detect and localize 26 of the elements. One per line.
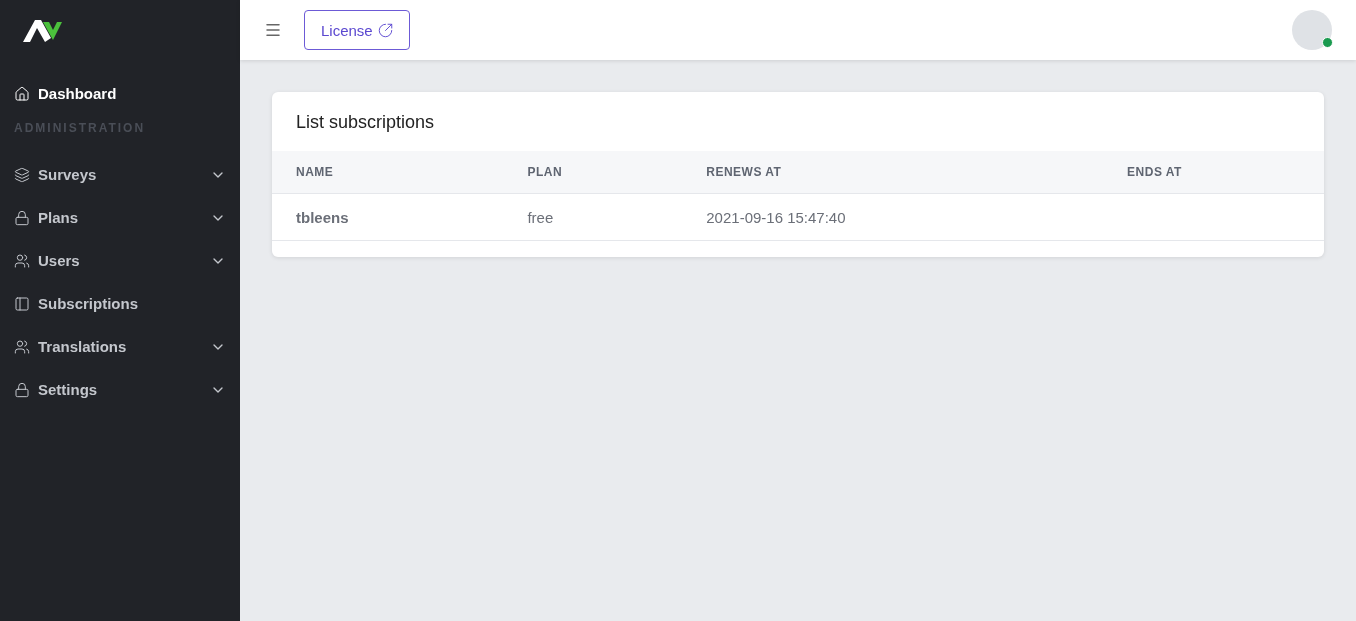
column-header: PLAN [503,151,683,194]
users-icon [14,338,30,355]
card-title: List subscriptions [295,111,436,134]
panel-icon [14,295,30,312]
sidebar-item[interactable]: Users [14,239,226,282]
table-cell: tbleens [272,193,504,241]
lock-icon [14,209,30,226]
users-icon [14,252,30,269]
external-link-icon [377,22,393,38]
lock-icon [14,381,30,398]
avatar[interactable] [1292,10,1332,50]
sidebar-item[interactable]: Subscriptions [14,282,226,325]
layers-icon [14,166,30,183]
column-header: NAME [272,151,504,194]
table-cell: free [503,193,683,241]
license-button[interactable]: License [304,10,410,50]
table-cell: 2021-09-16 15:47:40 [682,193,1104,241]
home-icon [14,85,30,102]
menu-icon[interactable] [264,21,282,39]
sidebar-item[interactable]: Plans [14,196,226,239]
sidebar-item[interactable]: Surveys [14,153,226,196]
column-header: ENDS AT [1103,151,1324,194]
sidebar-item[interactable]: Settings [14,368,226,411]
column-header: RENEWS AT [682,151,1104,194]
sidebar-item[interactable]: Translations [14,325,226,368]
sidebar-item[interactable]: Dashboard [14,72,226,115]
